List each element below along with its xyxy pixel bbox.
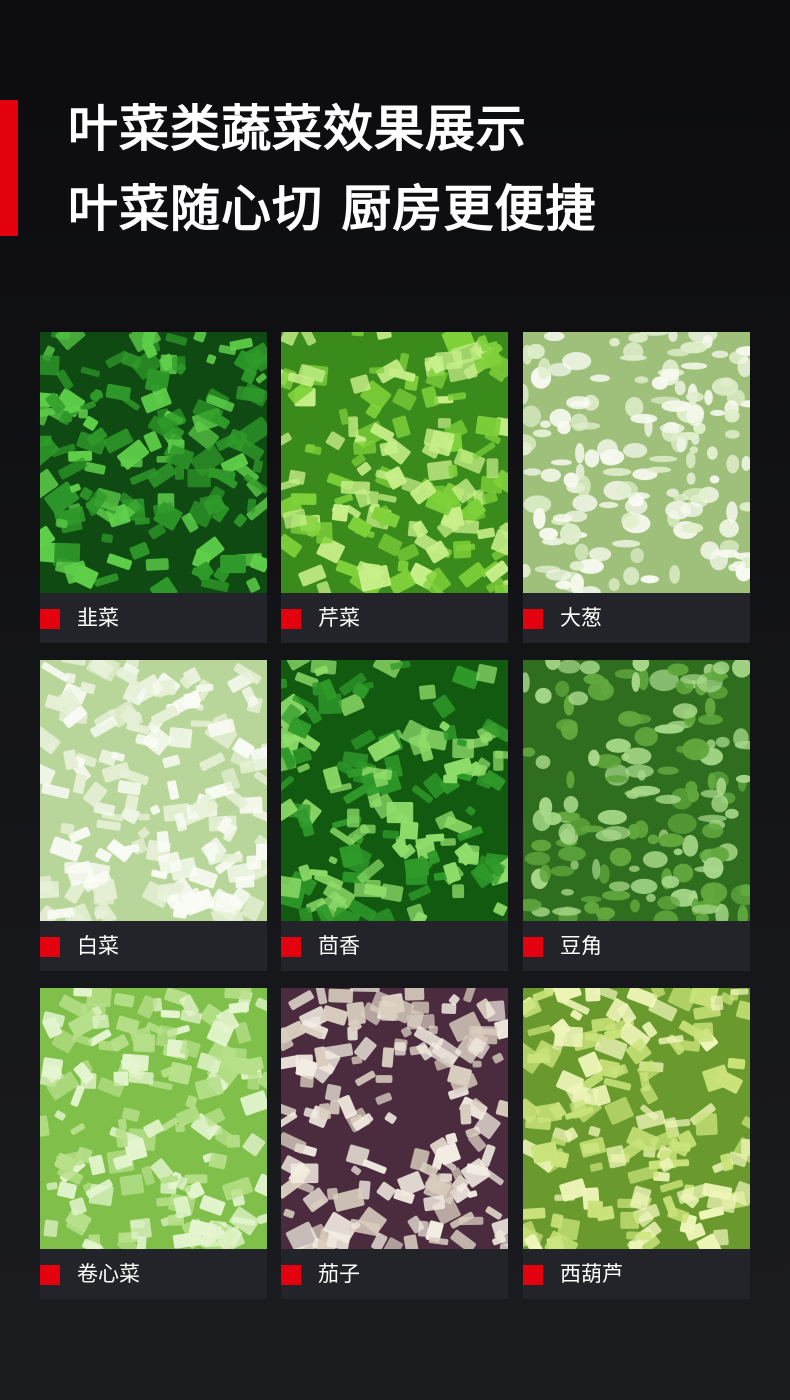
vegetable-label: 豆角	[560, 934, 602, 958]
red-square-marker	[40, 1265, 60, 1285]
caption-bar: 茴香	[281, 921, 508, 971]
caption-bar: 西葫芦	[523, 1249, 750, 1299]
vegetable-card: 豆角	[523, 660, 750, 971]
vegetable-label: 卷心菜	[77, 1262, 140, 1286]
vegetable-card: 茄子	[281, 988, 508, 1299]
vegetable-label: 芹菜	[318, 606, 360, 630]
vegetable-card: 芹菜	[281, 332, 508, 643]
caption-bar: 豆角	[523, 921, 750, 971]
vegetable-label: 大葱	[560, 606, 602, 630]
vegetable-label: 白菜	[77, 934, 119, 958]
red-square-marker	[281, 1265, 301, 1285]
red-square-marker	[523, 1265, 543, 1285]
vegetable-card: 西葫芦	[523, 988, 750, 1299]
diced-eggplant-photo	[281, 988, 508, 1249]
caption-bar: 卷心菜	[40, 1249, 267, 1299]
accent-bar	[0, 100, 18, 236]
red-square-marker	[40, 609, 60, 629]
diced-zucchini-photo	[523, 988, 750, 1249]
vegetable-label: 茴香	[318, 934, 360, 958]
sliced-scallion-photo	[523, 332, 750, 593]
caption-bar: 茄子	[281, 1249, 508, 1299]
caption-bar: 芹菜	[281, 593, 508, 643]
vegetable-card: 茴香	[281, 660, 508, 971]
red-square-marker	[523, 937, 543, 957]
sliced-cabbage-photo	[40, 988, 267, 1249]
red-square-marker	[40, 937, 60, 957]
vegetable-card: 大葱	[523, 332, 750, 643]
vegetable-card: 卷心菜	[40, 988, 267, 1299]
vegetable-label: 西葫芦	[560, 1262, 623, 1286]
chopped-cabbage-white-photo	[40, 660, 267, 921]
diced-celery-photo	[281, 332, 508, 593]
red-square-marker	[281, 937, 301, 957]
cut-green-beans-photo	[523, 660, 750, 921]
caption-bar: 大葱	[523, 593, 750, 643]
vegetable-label: 茄子	[318, 1262, 360, 1286]
caption-bar: 白菜	[40, 921, 267, 971]
vegetable-label: 韭菜	[77, 606, 119, 630]
page-subtitle: 叶菜随心切 厨房更便捷	[68, 180, 597, 238]
chopped-chives-photo	[40, 332, 267, 593]
red-square-marker	[523, 609, 543, 629]
vegetable-card: 韭菜	[40, 332, 267, 643]
chopped-fennel-photo	[281, 660, 508, 921]
vegetable-card: 白菜	[40, 660, 267, 971]
caption-bar: 韭菜	[40, 593, 267, 643]
red-square-marker	[281, 609, 301, 629]
page-title: 叶菜类蔬菜效果展示	[68, 100, 527, 158]
